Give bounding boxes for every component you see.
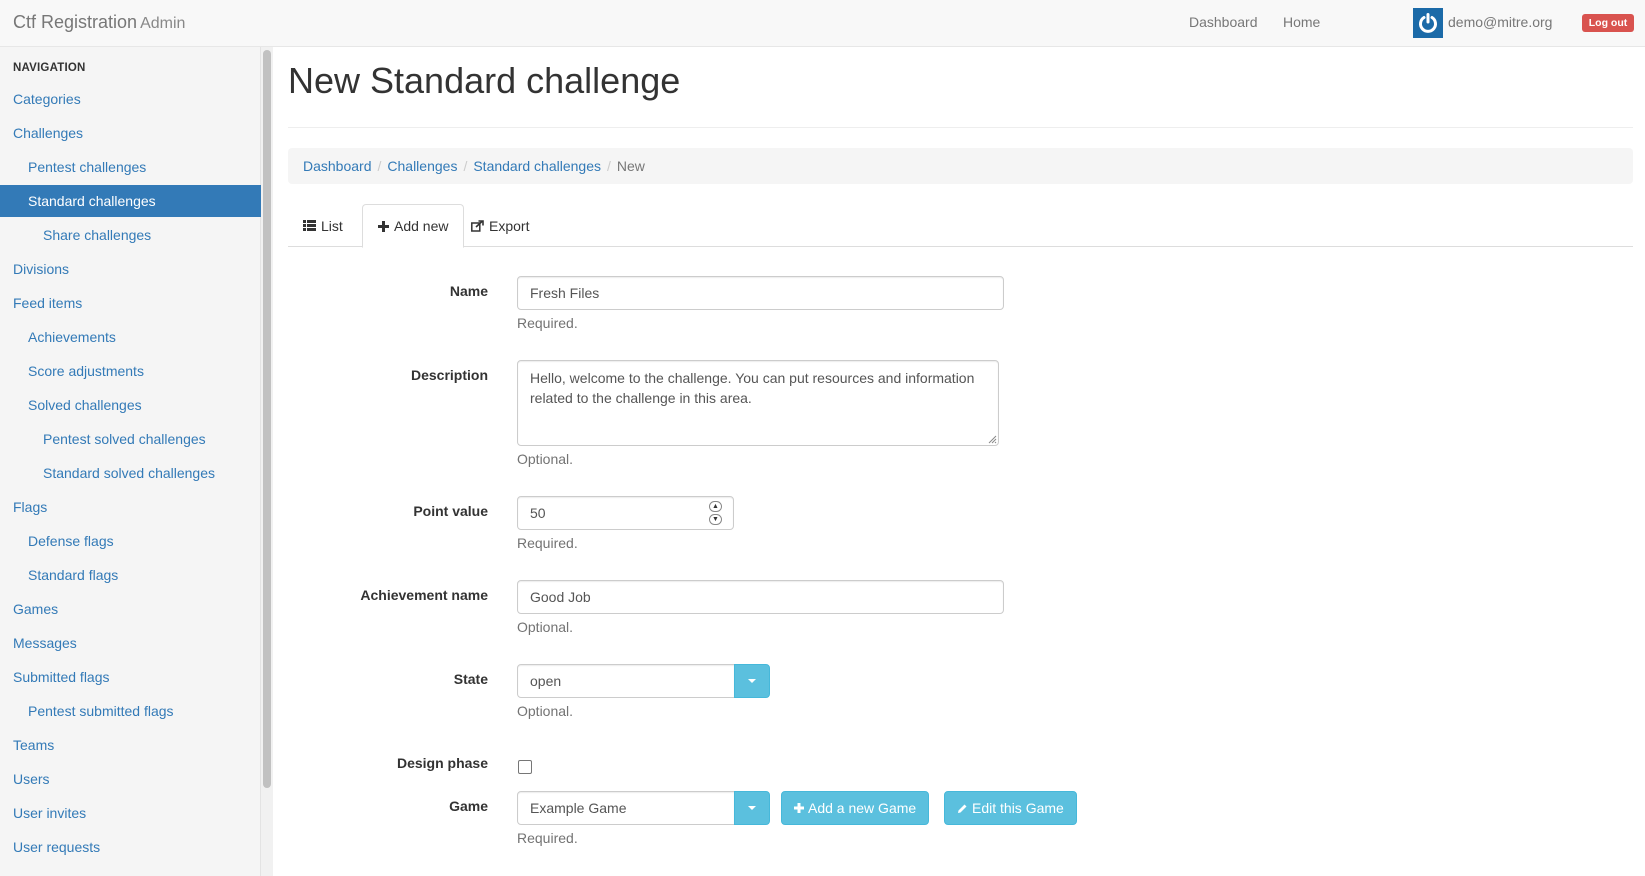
breadcrumb-separator: / (463, 158, 468, 174)
pencil-icon (957, 803, 968, 814)
sidebar-item-user-invites[interactable]: User invites (0, 797, 261, 829)
state-help: Optional. (517, 703, 574, 719)
share-icon (471, 219, 484, 232)
state-value: open (530, 673, 562, 689)
sidebar-item-achievements[interactable]: Achievements (0, 321, 261, 353)
description-help: Optional. (517, 451, 574, 467)
sidebar-item-divisions[interactable]: Divisions (0, 253, 261, 285)
achievement-name-help: Optional. (517, 619, 574, 635)
add-game-label: Add a new Game (808, 800, 917, 816)
sidebar-item-feed-items[interactable]: Feed items (0, 287, 261, 319)
breadcrumb-dashboard[interactable]: Dashboard (303, 158, 372, 174)
name-field[interactable]: Fresh Files (517, 276, 1004, 310)
point-value-value: 50 (530, 505, 546, 521)
sidebar-item-defense-flags[interactable]: Defense flags (0, 525, 261, 557)
page-title: New Standard challenge (288, 60, 681, 101)
breadcrumb-standard-challenges[interactable]: Standard challenges (473, 158, 601, 174)
sidebar-item-standard-challenges[interactable]: Standard challenges (0, 185, 261, 217)
power-icon (1419, 13, 1437, 33)
point-value-help: Required. (517, 535, 578, 551)
sidebar-item-pentest-submitted-flags[interactable]: Pentest submitted flags (0, 695, 261, 727)
game-help: Required. (517, 830, 578, 846)
chevron-down-icon (748, 806, 756, 810)
breadcrumb-separator: / (607, 158, 611, 174)
sidebar-item-challenges[interactable]: Challenges (0, 117, 261, 149)
plus-icon (794, 803, 804, 813)
tab-add-new-label: Add new (394, 218, 449, 234)
state-dropdown-toggle[interactable] (734, 664, 770, 698)
achievement-name-field[interactable]: Good Job (517, 580, 1004, 614)
tab-export[interactable]: Export (456, 204, 544, 247)
stepper-up-icon[interactable]: ▲ (709, 501, 722, 512)
sidebar-item-standard-solved-challenges[interactable]: Standard solved challenges (0, 457, 261, 489)
point-value-stepper[interactable]: ▲ ▼ (709, 501, 723, 525)
game-select[interactable]: Example Game (517, 791, 735, 825)
achievement-name-value: Good Job (530, 589, 591, 605)
sidebar-item-pentest-solved-challenges[interactable]: Pentest solved challenges (0, 423, 261, 455)
edit-game-label: Edit this Game (972, 800, 1064, 816)
description-value: Hello, welcome to the challenge. You can… (530, 370, 975, 406)
breadcrumb: Dashboard / Challenges / Standard challe… (288, 148, 1633, 184)
tab-export-label: Export (489, 217, 530, 234)
nav-dashboard-link[interactable]: Dashboard (1189, 14, 1258, 30)
sidebar-item-submitted-flags[interactable]: Submitted flags (0, 661, 261, 693)
add-game-button[interactable]: Add a new Game (781, 791, 930, 825)
plus-icon (378, 220, 389, 232)
sidebar-scroll-thumb[interactable] (263, 50, 271, 788)
sidebar-item-flags[interactable]: Flags (0, 491, 261, 523)
title-divider (288, 127, 1633, 128)
sidebar-item-messages[interactable]: Messages (0, 627, 261, 659)
tab-add-new[interactable]: Add new (362, 204, 465, 248)
design-phase-checkbox[interactable] (518, 760, 532, 774)
design-phase-label: Design phase (396, 755, 488, 771)
achievement-name-label: Achievement name (360, 587, 488, 603)
description-field[interactable]: Hello, welcome to the challenge. You can… (517, 360, 999, 446)
name-help: Required. (517, 315, 578, 331)
tab-list[interactable]: List (288, 204, 358, 247)
sidebar-header: NAVIGATION (13, 62, 86, 74)
action-tabs: List Add new Export (288, 204, 1633, 248)
state-label: State (453, 671, 488, 687)
list-icon (303, 220, 316, 231)
avatar[interactable] (1413, 8, 1443, 38)
sidebar-item-user-requests[interactable]: User requests (0, 831, 261, 863)
user-email-link[interactable]: demo@mitre.org (1448, 14, 1552, 30)
brand-link[interactable]: Ctf Registration Admin (13, 12, 185, 33)
game-value: Example Game (530, 800, 627, 816)
game-label: Game (449, 798, 488, 814)
breadcrumb-current: New (616, 158, 645, 174)
sidebar-item-pentest-challenges[interactable]: Pentest challenges (0, 151, 261, 183)
sidebar-item-users[interactable]: Users (0, 763, 261, 795)
sidebar-item-solved-challenges[interactable]: Solved challenges (0, 389, 261, 421)
sidebar-item-standard-flags[interactable]: Standard flags (0, 559, 261, 591)
game-dropdown-toggle[interactable] (734, 791, 770, 825)
sidebar-item-teams[interactable]: Teams (0, 729, 261, 761)
name-label: Name (449, 283, 488, 299)
brand-suffix: Admin (140, 15, 186, 32)
point-value-field[interactable]: 50 ▲ ▼ (517, 496, 734, 530)
sidebar-item-score-adjustments[interactable]: Score adjustments (0, 355, 261, 387)
brand-name: Ctf Registration (13, 12, 138, 32)
state-select[interactable]: open (517, 664, 735, 698)
point-value-label: Point value (413, 503, 488, 519)
resize-handle-icon[interactable] (987, 434, 997, 444)
tab-list-label: List (321, 217, 343, 234)
sidebar-item-categories[interactable]: Categories (0, 83, 261, 115)
sidebar-item-share-challenges[interactable]: Share challenges (0, 219, 261, 251)
sidebar-item-games[interactable]: Games (0, 593, 261, 625)
breadcrumb-challenges[interactable]: Challenges (387, 158, 457, 174)
logout-button[interactable]: Log out (1582, 14, 1634, 32)
name-value: Fresh Files (530, 285, 600, 301)
top-navbar: Ctf Registration Admin Dashboard Home dem… (0, 0, 1645, 47)
nav-home-link[interactable]: Home (1283, 14, 1320, 30)
chevron-down-icon (748, 679, 756, 683)
description-label: Description (410, 367, 488, 383)
stepper-down-icon[interactable]: ▼ (709, 514, 722, 525)
breadcrumb-separator: / (377, 158, 382, 174)
edit-game-button[interactable]: Edit this Game (944, 791, 1077, 825)
